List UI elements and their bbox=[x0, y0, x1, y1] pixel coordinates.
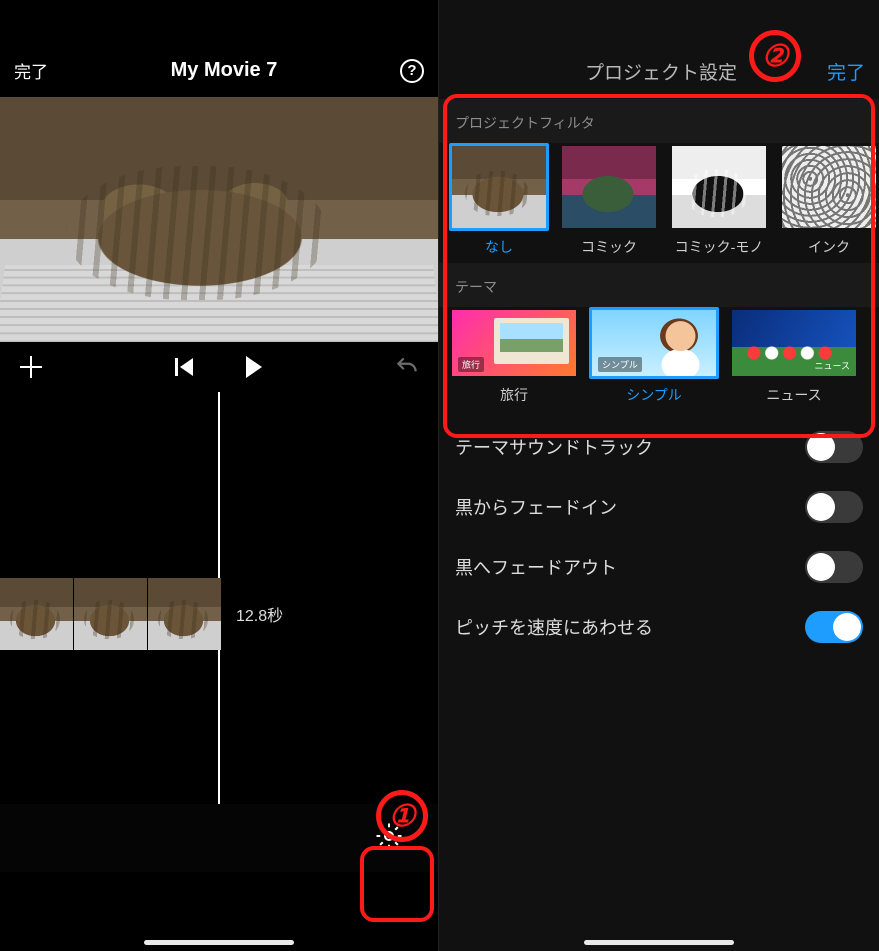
clip-thumb[interactable] bbox=[74, 578, 148, 650]
filter-label: コミック bbox=[559, 237, 659, 257]
theme-item-simple[interactable]: シンプル シンプル bbox=[589, 307, 719, 405]
theme-section-label: テーマ bbox=[439, 263, 879, 307]
setting-label: テーマサウンドトラック bbox=[455, 434, 653, 460]
toggle-fade-in[interactable] bbox=[805, 491, 863, 523]
filter-item-ink[interactable]: インク bbox=[779, 143, 879, 257]
settings-done-button[interactable]: 完了 bbox=[827, 58, 865, 85]
theme-item-news[interactable]: ニュース ニュース bbox=[729, 307, 859, 405]
toggle-fade-out[interactable] bbox=[805, 551, 863, 583]
setting-fade-out: 黒へフェードアウト bbox=[455, 537, 863, 597]
editor-bottom-bar bbox=[0, 804, 438, 872]
home-indicator[interactable] bbox=[584, 940, 734, 945]
skip-start-button[interactable] bbox=[171, 354, 197, 380]
theme-thumb-tag: 旅行 bbox=[458, 357, 484, 372]
setting-pitch-speed: ピッチを速度にあわせる bbox=[455, 597, 863, 657]
clip-duration: 12.8秒 bbox=[236, 602, 283, 626]
settings-title: プロジェクト設定 bbox=[585, 58, 737, 85]
theme-thumb-tag: シンプル bbox=[598, 357, 642, 372]
setting-label: 黒へフェードアウト bbox=[455, 554, 617, 580]
theme-thumb-tag: ニュース bbox=[814, 359, 850, 372]
clip-strip[interactable] bbox=[0, 578, 220, 650]
filter-list[interactable]: なし コミック コミック-モノ インク bbox=[439, 143, 879, 263]
editor-header: 完了 My Movie 7 ? bbox=[0, 0, 438, 97]
toggle-pitch-speed[interactable] bbox=[805, 611, 863, 643]
editor-done-button[interactable]: 完了 bbox=[14, 58, 48, 83]
filter-item-comic[interactable]: コミック bbox=[559, 143, 659, 257]
theme-item-travel[interactable]: 旅行 旅行 bbox=[449, 307, 579, 405]
theme-label: 旅行 bbox=[449, 385, 579, 405]
play-button[interactable] bbox=[241, 354, 267, 380]
undo-button[interactable] bbox=[394, 354, 420, 380]
clip-thumb[interactable] bbox=[148, 578, 222, 650]
filter-section-label: プロジェクトフィルタ bbox=[439, 99, 879, 143]
filter-item-comic-mono[interactable]: コミック-モノ bbox=[669, 143, 769, 257]
settings-list: テーマサウンドトラック 黒からフェードイン 黒へフェードアウト ピッチを速度にあ… bbox=[439, 411, 879, 663]
settings-header: プロジェクト設定 完了 bbox=[439, 0, 879, 99]
help-icon[interactable]: ? bbox=[400, 59, 424, 83]
theme-label: シンプル bbox=[589, 385, 719, 405]
toggle-theme-soundtrack[interactable] bbox=[805, 431, 863, 463]
project-settings-pane: プロジェクト設定 完了 プロジェクトフィルタ なし コミック コミック-モノ イ… bbox=[439, 0, 879, 951]
setting-label: ピッチを速度にあわせる bbox=[455, 614, 653, 640]
setting-theme-soundtrack: テーマサウンドトラック bbox=[455, 417, 863, 477]
theme-label: ニュース bbox=[729, 385, 859, 405]
settings-gear-button[interactable] bbox=[374, 821, 404, 856]
project-title: My Movie 7 bbox=[171, 59, 278, 82]
clip-thumb[interactable] bbox=[0, 578, 74, 650]
filter-item-none[interactable]: なし bbox=[449, 143, 549, 257]
home-indicator[interactable] bbox=[144, 940, 294, 945]
setting-fade-in: 黒からフェードイン bbox=[455, 477, 863, 537]
filter-label: インク bbox=[779, 237, 879, 257]
filter-label: なし bbox=[449, 237, 549, 257]
filter-label: コミック-モノ bbox=[669, 237, 769, 257]
setting-label: 黒からフェードイン bbox=[455, 494, 617, 520]
theme-list[interactable]: 旅行 旅行 シンプル シンプル ニュース ニュース bbox=[439, 307, 879, 411]
preview-viewport[interactable] bbox=[0, 97, 438, 342]
timeline[interactable]: 12.8秒 bbox=[0, 392, 438, 872]
editor-pane: 完了 My Movie 7 ? 12.8秒 bbox=[0, 0, 439, 951]
add-media-button[interactable] bbox=[18, 354, 44, 380]
